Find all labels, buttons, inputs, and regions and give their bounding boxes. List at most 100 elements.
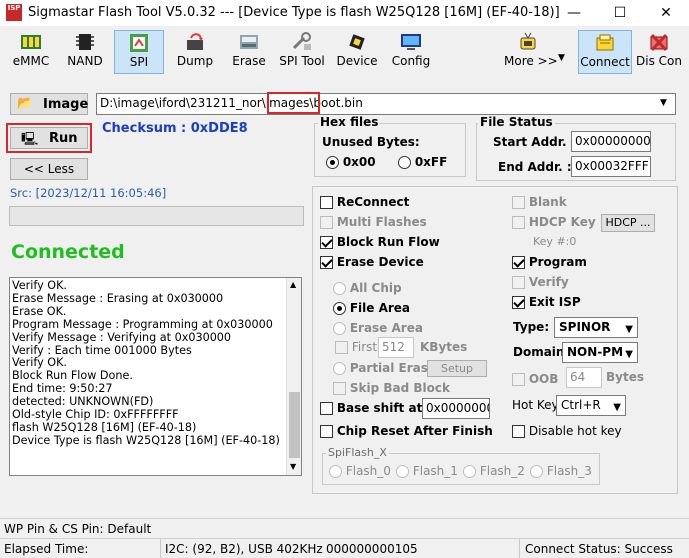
- flash-1-radio[interactable]: [396, 465, 409, 478]
- device-chip-icon: [349, 34, 365, 50]
- minimize-button[interactable]: —: [551, 0, 597, 26]
- partial-erase-radio[interactable]: [333, 362, 346, 375]
- device-button[interactable]: Device: [334, 30, 380, 74]
- type-select[interactable]: SPINOR ▼: [554, 317, 638, 338]
- domain-select[interactable]: NON-PM ▼: [562, 342, 638, 363]
- base-shift-checkbox[interactable]: [320, 402, 333, 415]
- blank-checkbox: [512, 196, 525, 209]
- connect-button[interactable]: Connect: [578, 30, 632, 74]
- program-option[interactable]: Program: [512, 255, 587, 269]
- image-button[interactable]: 📂 Image: [10, 93, 88, 115]
- flash-0-option[interactable]: Flash_0: [329, 464, 391, 478]
- spi-tool-button[interactable]: SPI Tool: [278, 30, 326, 74]
- multi-flashes-checkbox: [320, 216, 333, 229]
- partial-erase-option[interactable]: Partial Erase: [333, 361, 436, 375]
- setup-button[interactable]: Setup: [427, 360, 487, 377]
- erase-device-option[interactable]: Erase Device: [320, 255, 424, 269]
- domain-chevron-down-icon: ▼: [625, 349, 633, 360]
- base-shift-label: Base shift at: [336, 401, 423, 415]
- block-run-flow-label: Block Run Flow: [336, 235, 440, 249]
- status-divider-1: [160, 539, 161, 558]
- erase-area-option[interactable]: Erase Area: [333, 321, 423, 335]
- flash-1-label: Flash_1: [412, 464, 458, 478]
- end-addr-field[interactable]: 0x00032FFF: [571, 156, 651, 177]
- wp-pin-bar: WP Pin & CS Pin: Default: [0, 518, 689, 538]
- type-chevron-down-icon: ▼: [625, 324, 633, 335]
- program-checkbox[interactable]: [512, 256, 525, 269]
- block-run-flow-option[interactable]: Block Run Flow: [320, 235, 440, 249]
- image-button-label: Image: [43, 97, 89, 112]
- status-divider-2: [519, 539, 520, 558]
- dump-button[interactable]: Dump: [172, 30, 218, 74]
- run-button[interactable]: 🖳 Run: [10, 127, 88, 149]
- flash-3-option[interactable]: Flash_3: [530, 464, 592, 478]
- scroll-thumb[interactable]: [289, 392, 300, 458]
- all-chip-option[interactable]: All Chip: [333, 281, 402, 295]
- exit-isp-checkbox[interactable]: [512, 296, 525, 309]
- erase-area-radio[interactable]: [333, 322, 346, 335]
- i2c-usb-text: I2C: (92, B2), USB 402KHz: [165, 542, 323, 556]
- erase-device-label: Erase Device: [336, 255, 424, 269]
- first-checkbox: [335, 341, 348, 354]
- flash-3-radio[interactable]: [530, 465, 543, 478]
- spi-icon: [130, 34, 148, 52]
- close-button[interactable]: ✕: [643, 0, 689, 26]
- hdcp-key-option: HDCP Key: [512, 215, 596, 229]
- base-shift-field[interactable]: 0x00000000: [422, 398, 490, 419]
- exit-isp-option[interactable]: Exit ISP: [512, 295, 581, 309]
- log-output[interactable]: Verify OK. Erase Message : Erasing at 0x0…: [9, 277, 302, 476]
- oob-option: OOB: [512, 372, 558, 386]
- run-button-label: Run: [49, 131, 78, 146]
- emmc-button[interactable]: eMMC: [8, 30, 54, 74]
- start-addr-field[interactable]: 0x00000000: [571, 131, 651, 152]
- more-dropdown-arrow-icon[interactable]: ▼: [558, 53, 565, 63]
- skip-bad-block-label: Skip Bad Block: [349, 381, 450, 395]
- scroll-up-icon[interactable]: ▲: [290, 280, 296, 289]
- less-button[interactable]: << Less: [10, 158, 88, 180]
- checksum-text: Checksum : 0xDDE8: [102, 121, 248, 136]
- file-status-title: File Status: [478, 115, 555, 129]
- base-shift-option[interactable]: Base shift at: [320, 401, 422, 415]
- hot-key-select[interactable]: Ctrl+R ▼: [556, 395, 626, 416]
- more-button[interactable]: More >>: [504, 30, 558, 74]
- nand-button[interactable]: NAND: [62, 30, 108, 74]
- end-addr-label: End Addr. :: [498, 160, 572, 174]
- disconnect-button[interactable]: Dis Con: [636, 30, 682, 74]
- connect-label: Connect: [580, 55, 630, 69]
- reconnect-option[interactable]: ReConnect: [320, 195, 409, 209]
- emmc-label: eMMC: [12, 54, 50, 68]
- spi-button[interactable]: SPI: [114, 30, 164, 74]
- erase-button[interactable]: Erase: [226, 30, 272, 74]
- scroll-down-icon[interactable]: ▼: [290, 462, 296, 471]
- flash-0-label: Flash_0: [345, 464, 391, 478]
- path-dropdown-arrow-icon[interactable]: ▼: [660, 98, 667, 108]
- multi-flashes-label: Multi Flashes: [336, 215, 427, 229]
- flash-2-radio[interactable]: [463, 465, 476, 478]
- block-run-flow-checkbox[interactable]: [320, 236, 333, 249]
- radio-0xff[interactable]: 0xFF: [398, 155, 447, 169]
- erase-device-checkbox[interactable]: [320, 256, 333, 269]
- config-button[interactable]: Config: [388, 30, 434, 74]
- file-area-radio[interactable]: [333, 302, 346, 315]
- chip-reset-option[interactable]: Chip Reset After Finish: [320, 424, 493, 438]
- flash-3-label: Flash_3: [546, 464, 592, 478]
- all-chip-radio[interactable]: [333, 282, 346, 295]
- chip-reset-checkbox[interactable]: [320, 425, 333, 438]
- log-scrollbar[interactable]: ▲ ▼: [286, 278, 301, 475]
- disable-hot-key-option[interactable]: Disable hot key: [512, 424, 622, 438]
- image-path-field[interactable]: D:\image\iford\231211_nor\images\boot.bi…: [96, 93, 676, 115]
- file-area-option[interactable]: File Area: [333, 301, 410, 315]
- maximize-button[interactable]: ☐: [597, 0, 643, 26]
- log-line: Verify Message : Verifying at 0x030000: [12, 330, 232, 344]
- flash-1-option[interactable]: Flash_1: [396, 464, 458, 478]
- reconnect-checkbox[interactable]: [320, 196, 333, 209]
- flash-0-radio[interactable]: [329, 465, 342, 478]
- hdcp-key-checkbox: [512, 216, 525, 229]
- flash-2-option[interactable]: Flash_2: [463, 464, 525, 478]
- radio-0x00[interactable]: 0x00: [326, 155, 376, 169]
- disable-hot-key-checkbox[interactable]: [512, 425, 525, 438]
- image-path-value: D:\image\iford\231211_nor\images\boot.bi…: [100, 96, 363, 110]
- log-line: Device Type is flash W25Q128 [16M] (EF-4…: [12, 433, 280, 447]
- erase-label: Erase: [232, 54, 266, 68]
- hdcp-button[interactable]: HDCP ...: [601, 214, 655, 232]
